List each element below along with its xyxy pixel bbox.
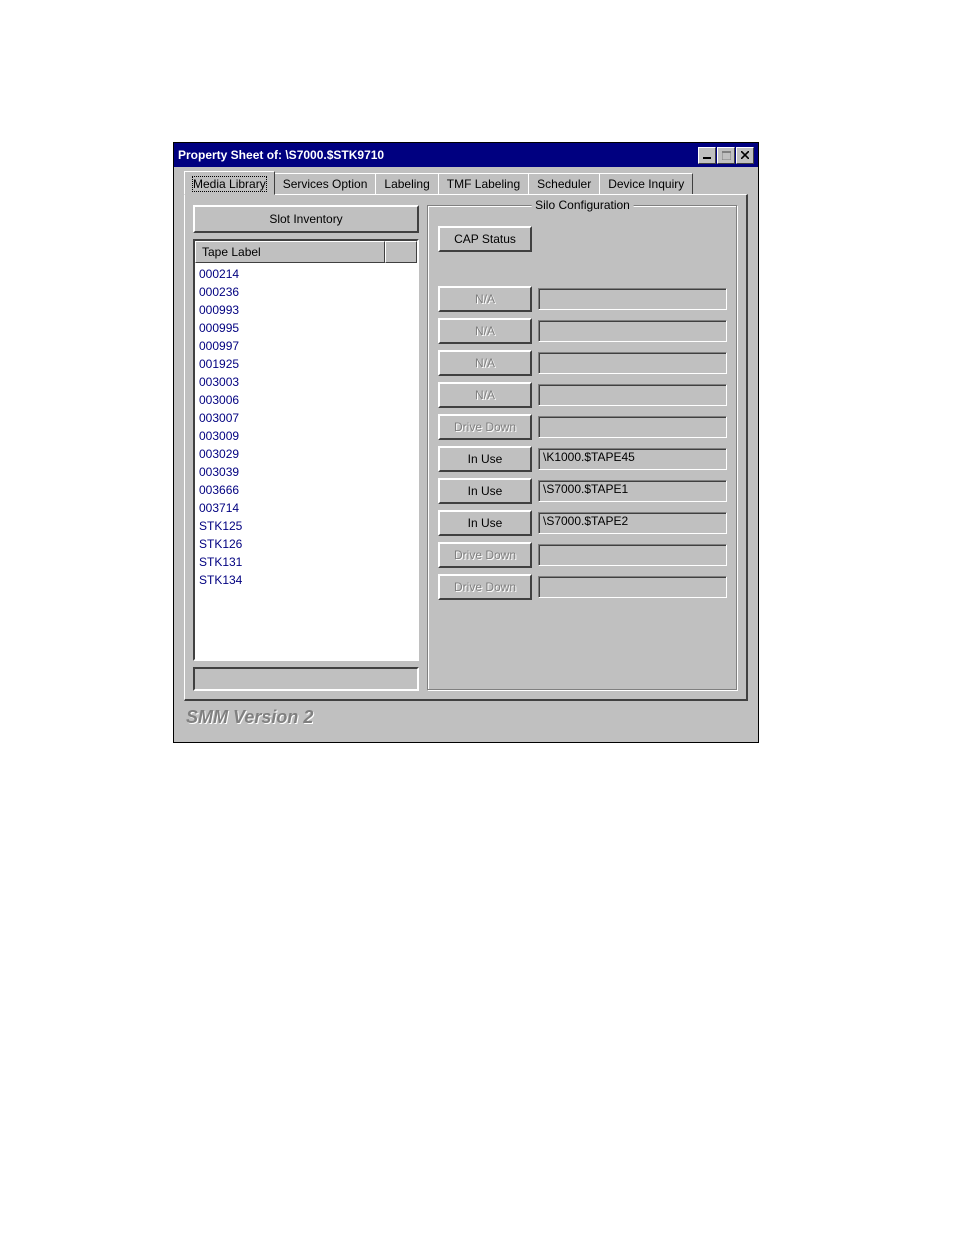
list-item[interactable]: STK126	[199, 535, 413, 553]
drive-status-button: Drive Down	[438, 574, 532, 600]
list-item[interactable]: 000236	[199, 283, 413, 301]
drive-status-button: Drive Down	[438, 414, 532, 440]
drive-status-button[interactable]: In Use	[438, 446, 532, 472]
tab-panel-media-library: Slot Inventory Tape Label 00021400023600…	[184, 194, 748, 701]
close-button[interactable]	[736, 147, 754, 164]
maximize-button[interactable]	[717, 147, 735, 164]
tab-media-library[interactable]: Media Library	[184, 171, 275, 195]
drive-value-field	[538, 352, 727, 374]
list-body[interactable]: 0002140002360009930009950009970019250030…	[195, 263, 417, 659]
drive-status-button: N/A	[438, 286, 532, 312]
cap-status-button[interactable]: CAP Status	[438, 226, 532, 252]
tab-services-option[interactable]: Services Option	[274, 173, 377, 194]
drive-value-field	[538, 544, 727, 566]
drive-status-button: Drive Down	[438, 542, 532, 568]
left-column: Slot Inventory Tape Label 00021400023600…	[193, 205, 419, 691]
list-item[interactable]: STK134	[199, 571, 413, 589]
drive-status-button: N/A	[438, 318, 532, 344]
drive-row: N/A	[438, 350, 727, 376]
list-item[interactable]: 003029	[199, 445, 413, 463]
drive-value-field	[538, 288, 727, 310]
list-item[interactable]: STK131	[199, 553, 413, 571]
minimize-icon	[703, 151, 711, 159]
drive-value-field	[538, 416, 727, 438]
drive-status-button: N/A	[438, 382, 532, 408]
list-item[interactable]: 001925	[199, 355, 413, 373]
column-header-tape-label[interactable]: Tape Label	[195, 241, 385, 263]
drive-value-field	[538, 320, 727, 342]
minimize-button[interactable]	[698, 147, 716, 164]
list-item[interactable]: STK125	[199, 517, 413, 535]
drive-status-button[interactable]: In Use	[438, 510, 532, 536]
drive-value-field: \S7000.$TAPE1	[538, 480, 727, 502]
drive-row: N/A	[438, 382, 727, 408]
drive-row: N/A	[438, 318, 727, 344]
list-item[interactable]: 000995	[199, 319, 413, 337]
list-item[interactable]: 000997	[199, 337, 413, 355]
tab-scheduler[interactable]: Scheduler	[528, 173, 600, 194]
list-item[interactable]: 003007	[199, 409, 413, 427]
drive-row: In Use \S7000.$TAPE2	[438, 510, 727, 536]
drive-value-field	[538, 384, 727, 406]
list-item[interactable]: 003006	[199, 391, 413, 409]
list-item[interactable]: 003039	[199, 463, 413, 481]
drive-row: Drive Down	[438, 542, 727, 568]
list-item[interactable]: 000214	[199, 265, 413, 283]
titlebar: Property Sheet of: \S7000.$STK9710	[174, 143, 758, 167]
property-sheet-window: Property Sheet of: \S7000.$STK9710 Media…	[173, 142, 759, 743]
list-item[interactable]: 003714	[199, 499, 413, 517]
tab-device-inquiry[interactable]: Device Inquiry	[599, 173, 693, 194]
drive-row: In Use \S7000.$TAPE1	[438, 478, 727, 504]
list-item[interactable]: 000993	[199, 301, 413, 319]
drive-row: Drive Down	[438, 414, 727, 440]
drive-value-field: \K1000.$TAPE45	[538, 448, 727, 470]
status-frame	[193, 667, 419, 691]
tab-row: Media LibraryServices OptionLabelingTMF …	[178, 171, 754, 194]
drive-value-field: \S7000.$TAPE2	[538, 512, 727, 534]
window-controls	[698, 147, 754, 164]
list-item[interactable]: 003666	[199, 481, 413, 499]
list-item[interactable]: 003009	[199, 427, 413, 445]
close-icon	[741, 151, 749, 159]
right-column: Silo Configuration CAP Status N/AN/AN/AN…	[427, 205, 738, 691]
drive-row: Drive Down	[438, 574, 727, 600]
list-item[interactable]: 003003	[199, 373, 413, 391]
drive-value-field	[538, 576, 727, 598]
column-header-stub[interactable]	[385, 241, 417, 263]
slot-inventory-button[interactable]: Slot Inventory	[193, 205, 419, 233]
tab-labeling[interactable]: Labeling	[375, 173, 438, 194]
tab-tmf-labeling[interactable]: TMF Labeling	[438, 173, 529, 194]
drive-row: N/A	[438, 286, 727, 312]
drive-status-button: N/A	[438, 350, 532, 376]
drive-status-button[interactable]: In Use	[438, 478, 532, 504]
group-label: Silo Configuration	[531, 198, 634, 212]
footer-version: SMM Version 2	[178, 701, 754, 738]
window-title: Property Sheet of: \S7000.$STK9710	[178, 148, 384, 162]
tape-label-list: Tape Label 00021400023600099300099500099…	[193, 239, 419, 661]
list-header: Tape Label	[195, 241, 417, 263]
silo-configuration-group: Silo Configuration CAP Status N/AN/AN/AN…	[427, 205, 738, 691]
window-body: Media LibraryServices OptionLabelingTMF …	[174, 167, 758, 742]
drive-row: In Use \K1000.$TAPE45	[438, 446, 727, 472]
maximize-icon	[722, 151, 731, 160]
